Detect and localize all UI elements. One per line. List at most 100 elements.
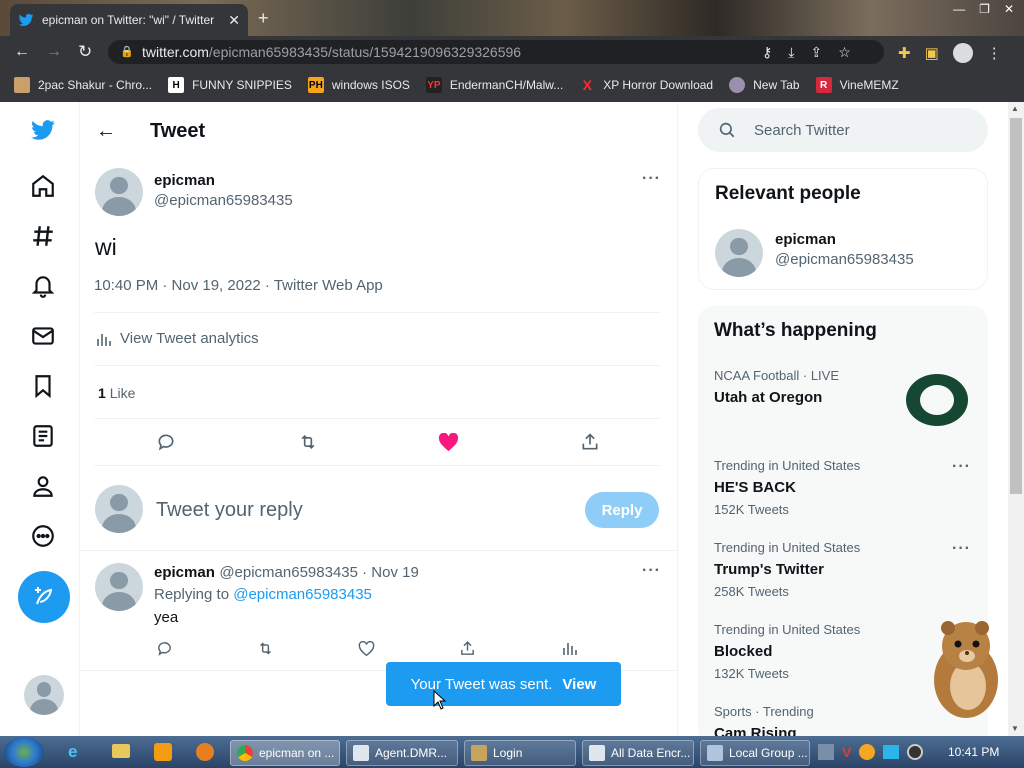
twitter-logo-icon[interactable]: [29, 116, 57, 144]
reply-input[interactable]: Tweet your reply: [156, 499, 303, 522]
bookmark-label: 2pac Shakur - Chro...: [38, 78, 153, 92]
menu-kebab-icon[interactable]: ⋮: [987, 44, 1002, 62]
reply-like-icon[interactable]: [358, 641, 375, 657]
tweet-author-name[interactable]: epicman: [154, 172, 215, 189]
start-orb-icon[interactable]: [4, 737, 44, 767]
trend-title: HE'S BACK: [714, 479, 796, 496]
bookmark-item[interactable]: X XP Horror Download: [579, 77, 714, 93]
bookmark-item[interactable]: YP EndermanCH/Malw...: [425, 77, 563, 93]
ie-icon[interactable]: e: [68, 742, 77, 762]
bookmark-label: windows ISOS: [331, 78, 410, 92]
tweet-author-handle[interactable]: @epicman65983435: [154, 192, 293, 209]
profile-person-icon[interactable]: [29, 472, 57, 500]
tray-app-icon[interactable]: [818, 744, 834, 760]
taskbar-item[interactable]: Local Group ...: [700, 740, 810, 766]
trend-item[interactable]: Trending in United States Trump's Twitte…: [714, 540, 984, 599]
explore-hashtag-icon[interactable]: [29, 222, 57, 250]
taskbar-item[interactable]: Agent.DMR...: [346, 740, 458, 766]
divider: [94, 312, 660, 313]
reply-retweet-icon[interactable]: [256, 640, 275, 657]
back-button-icon[interactable]: ←: [96, 120, 116, 143]
tab-title: epicman on Twitter: "wi" / Twitter: [42, 13, 215, 27]
more-circle-icon[interactable]: [29, 522, 57, 550]
divider: [94, 418, 660, 419]
lists-icon[interactable]: [29, 422, 57, 450]
taskbar-item[interactable]: All Data Encr...: [582, 740, 694, 766]
tweet-author-avatar[interactable]: [95, 168, 143, 216]
view-analytics-link[interactable]: View Tweet analytics: [96, 330, 259, 347]
bookmark-item[interactable]: 2pac Shakur - Chro...: [14, 77, 152, 93]
replying-handle-link[interactable]: @epicman65983435: [233, 586, 372, 603]
app-pinned-icon[interactable]: [196, 743, 214, 761]
likes-link[interactable]: 1 Like: [98, 385, 135, 401]
relevant-person-avatar[interactable]: [715, 229, 763, 277]
group-policy-icon: [707, 745, 723, 761]
toast-view-link[interactable]: View: [562, 676, 596, 693]
tab-close-icon[interactable]: ✕: [228, 12, 240, 29]
minimize-icon[interactable]: —: [953, 2, 965, 16]
yp-favicon-icon: YP: [425, 77, 442, 93]
hamster-pet-icon[interactable]: [922, 616, 1008, 720]
compose-tweet-button[interactable]: [18, 571, 70, 623]
like-heart-icon[interactable]: [438, 433, 459, 452]
share-icon[interactable]: ⇪: [810, 44, 822, 61]
search-input[interactable]: Search Twitter: [698, 108, 988, 152]
bookmark-item[interactable]: H FUNNY SNIPPIES: [168, 77, 292, 93]
tweet-more-icon[interactable]: ···: [642, 170, 661, 188]
bookmark-item[interactable]: R VineMEMZ: [815, 77, 899, 93]
back-arrow-icon[interactable]: ←: [14, 43, 30, 61]
install-icon[interactable]: ⤓: [788, 44, 794, 61]
scroll-down-icon[interactable]: ▼: [1011, 724, 1019, 733]
key-icon[interactable]: ⚷: [762, 44, 772, 61]
taskbar-item[interactable]: Login: [464, 740, 576, 766]
trend-more-icon[interactable]: ···: [952, 458, 971, 476]
scrollbar-thumb[interactable]: [1010, 118, 1022, 494]
browser-tab[interactable]: epicman on Twitter: "wi" / Twitter ✕: [10, 4, 248, 36]
reply-button[interactable]: Reply: [585, 492, 659, 528]
tray-v-icon[interactable]: V: [842, 744, 851, 760]
trend-more-icon[interactable]: ···: [952, 540, 971, 558]
relevant-person-handle[interactable]: @epicman65983435: [775, 251, 914, 268]
scroll-up-icon[interactable]: ▲: [1011, 104, 1019, 113]
reply-share-icon[interactable]: [459, 640, 476, 657]
reply-author-name[interactable]: epicman: [154, 564, 215, 581]
notifications-bell-icon[interactable]: [29, 272, 57, 300]
reply-text: yea: [154, 609, 179, 626]
toolbar-actions: ✚ ▣ ⋮: [898, 43, 1002, 63]
explorer-folder-icon[interactable]: [112, 744, 130, 758]
relevant-person-name[interactable]: epicman: [775, 231, 836, 248]
bookmarks-icon[interactable]: [29, 372, 57, 400]
tray-monitor-icon[interactable]: [883, 745, 900, 759]
reload-icon[interactable]: ↻: [78, 42, 92, 62]
account-avatar[interactable]: [24, 675, 64, 715]
forward-arrow-icon[interactable]: →: [46, 43, 62, 61]
bookmark-item[interactable]: New Tab: [729, 77, 800, 93]
trend-item[interactable]: Trending in United States HE'S BACK 152K…: [714, 458, 984, 517]
whats-happening-title: What’s happening: [714, 320, 877, 341]
profile-avatar-icon[interactable]: [952, 43, 973, 63]
star-icon[interactable]: ☆: [838, 44, 851, 61]
extensions-icon[interactable]: ✚: [898, 44, 911, 62]
reply-icon[interactable]: [156, 432, 176, 452]
home-icon[interactable]: [29, 172, 57, 200]
tray-search-icon[interactable]: [859, 744, 876, 760]
reply-more-icon[interactable]: ···: [642, 562, 661, 580]
reply-author-avatar[interactable]: [95, 563, 143, 611]
new-tab-icon[interactable]: +: [258, 8, 269, 29]
tray-volume-icon[interactable]: [907, 744, 924, 760]
share-icon[interactable]: [580, 432, 600, 452]
maximize-icon[interactable]: ❐: [979, 2, 990, 16]
reply-analytics-icon[interactable]: [562, 640, 578, 656]
messages-envelope-icon[interactable]: [29, 322, 57, 350]
relevant-people-title: Relevant people: [715, 183, 861, 204]
reply-handle-date[interactable]: @epicman65983435 · Nov 19: [219, 564, 419, 581]
h-favicon-icon: H: [168, 77, 185, 93]
clock[interactable]: 10:41 PM: [948, 745, 999, 759]
close-window-icon[interactable]: ✕: [1004, 2, 1014, 16]
sidepanel-icon[interactable]: ▣: [925, 44, 939, 62]
reply-reply-icon[interactable]: [156, 640, 173, 657]
taskbar-item[interactable]: epicman on ...: [230, 740, 340, 766]
bookmark-item[interactable]: PH windows ISOS: [307, 77, 410, 93]
retweet-icon[interactable]: [297, 432, 319, 452]
media-player-icon[interactable]: [154, 743, 172, 761]
